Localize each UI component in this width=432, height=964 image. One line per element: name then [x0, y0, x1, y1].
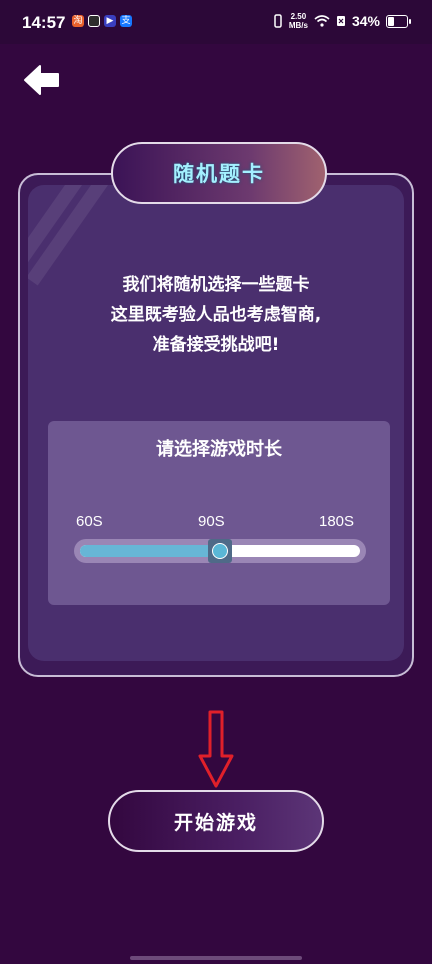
status-right: 2.50 MB/s 34%	[273, 12, 411, 30]
duration-option-180[interactable]: 180S	[319, 513, 354, 530]
duration-title: 请选择游戏时长	[156, 439, 282, 460]
battery-percent: 34%	[351, 13, 380, 29]
annotation-arrow-icon	[198, 710, 234, 788]
start-game-label: 开始游戏	[173, 811, 258, 834]
status-bar: 14:57 淘 ▶ 支 2.50 MB/s 34%	[0, 0, 432, 44]
description-line: 准备接受挑战吧!	[152, 335, 280, 355]
start-game-button[interactable]: 开始游戏	[108, 790, 324, 852]
wifi-icon	[314, 15, 330, 27]
description-line: 这里既考验人品也考虑智商,	[110, 305, 322, 325]
back-button[interactable]	[22, 62, 62, 98]
duration-selector: 请选择游戏时长 60S 90S 180S	[48, 421, 390, 605]
sim-off-icon	[336, 16, 345, 26]
taobao-icon: 淘	[72, 15, 84, 27]
duration-option-60[interactable]: 60S	[76, 513, 103, 530]
media-icon: ▶	[104, 15, 116, 27]
slider-fill	[80, 545, 220, 557]
status-app-icons: 淘 ▶ 支	[72, 15, 132, 27]
slider-thumb[interactable]	[208, 539, 232, 563]
description-line: 我们将随机选择一些题卡	[122, 275, 310, 295]
alipay-icon: 支	[120, 15, 132, 27]
net-speed: 2.50 MB/s	[288, 12, 308, 30]
duration-option-90[interactable]: 90S	[198, 513, 225, 530]
slider-knob	[212, 543, 228, 559]
duration-slider[interactable]	[74, 539, 366, 563]
card-title: 随机题卡	[173, 162, 265, 186]
app-icon	[88, 15, 100, 27]
status-time: 14:57	[22, 13, 66, 32]
home-indicator[interactable]	[130, 956, 302, 960]
card-title-pill: 随机题卡	[111, 142, 327, 204]
back-arrow-icon	[24, 65, 59, 95]
battery-icon	[386, 14, 411, 28]
vibrate-icon	[274, 14, 282, 28]
